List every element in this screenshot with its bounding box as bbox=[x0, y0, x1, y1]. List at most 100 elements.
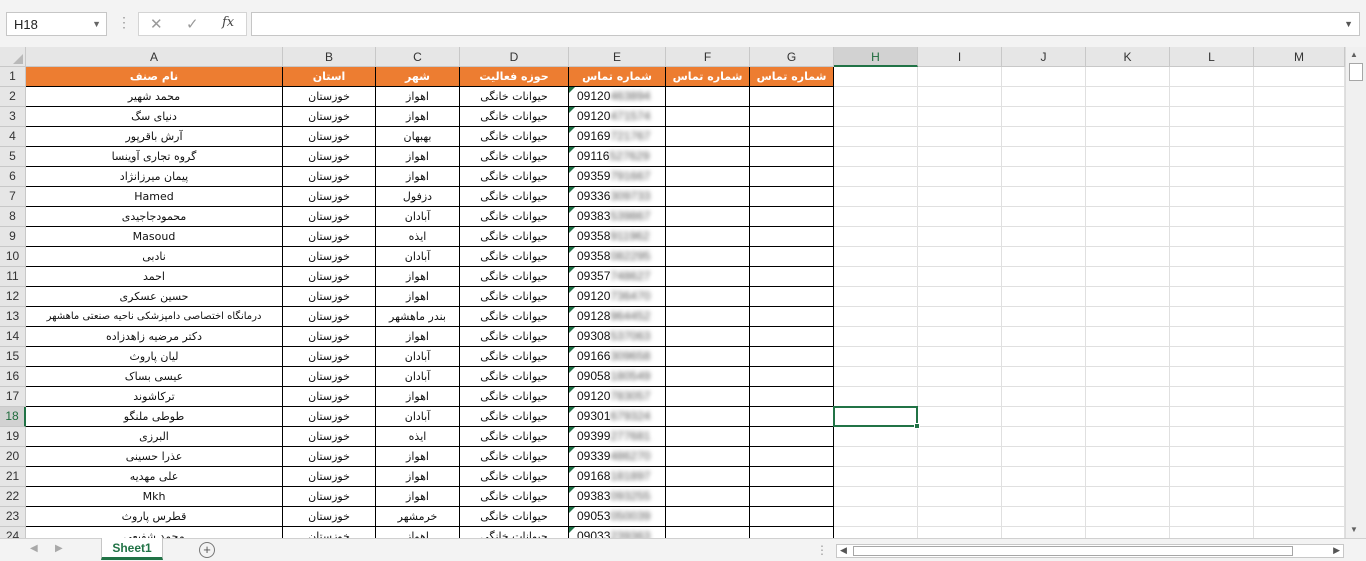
row-header-1[interactable]: 1 bbox=[0, 67, 26, 87]
empty-cell[interactable] bbox=[1086, 447, 1170, 467]
row-header-9[interactable]: 9 bbox=[0, 227, 26, 247]
cell-name[interactable]: قطرس پاروث bbox=[26, 507, 283, 527]
header-cell-e[interactable]: شماره تماس bbox=[569, 67, 666, 87]
cell-field[interactable]: حیوانات خانگی bbox=[460, 147, 569, 167]
empty-cell[interactable] bbox=[1002, 247, 1086, 267]
empty-cell[interactable] bbox=[834, 167, 918, 187]
cell-phone[interactable]: 09169721767 bbox=[569, 127, 666, 147]
empty-cell[interactable] bbox=[834, 487, 918, 507]
row-header-4[interactable]: 4 bbox=[0, 127, 26, 147]
selected-cell-h18[interactable] bbox=[833, 406, 920, 429]
cell-city[interactable]: اهواز bbox=[376, 87, 460, 107]
cell-name[interactable]: احمد bbox=[26, 267, 283, 287]
vertical-scroll-thumb[interactable] bbox=[1349, 63, 1363, 81]
empty-cell[interactable] bbox=[666, 167, 750, 187]
empty-cell[interactable] bbox=[1002, 487, 1086, 507]
empty-cell[interactable] bbox=[834, 267, 918, 287]
empty-cell[interactable] bbox=[750, 447, 834, 467]
empty-cell[interactable] bbox=[1254, 427, 1345, 447]
empty-cell[interactable] bbox=[1086, 127, 1170, 147]
cell-phone[interactable]: 09120783057 bbox=[569, 387, 666, 407]
cell-city[interactable]: اهواز bbox=[376, 447, 460, 467]
empty-cell[interactable] bbox=[834, 67, 918, 87]
empty-cell[interactable] bbox=[1002, 387, 1086, 407]
empty-cell[interactable] bbox=[1086, 367, 1170, 387]
column-header-h[interactable]: H bbox=[834, 47, 918, 67]
empty-cell[interactable] bbox=[918, 227, 1002, 247]
cell-name[interactable]: طوطی ملنگو bbox=[26, 407, 283, 427]
empty-cell[interactable] bbox=[834, 467, 918, 487]
cell-field[interactable]: حیوانات خانگی bbox=[460, 407, 569, 427]
empty-cell[interactable] bbox=[834, 147, 918, 167]
empty-cell[interactable] bbox=[834, 287, 918, 307]
empty-cell[interactable] bbox=[1002, 67, 1086, 87]
cell-city[interactable]: بهبهان bbox=[376, 127, 460, 147]
cell-province[interactable]: خوزستان bbox=[283, 447, 376, 467]
cell-field[interactable]: حیوانات خانگی bbox=[460, 287, 569, 307]
empty-cell[interactable] bbox=[1086, 107, 1170, 127]
empty-cell[interactable] bbox=[666, 227, 750, 247]
empty-cell[interactable] bbox=[918, 447, 1002, 467]
select-all-corner[interactable] bbox=[0, 47, 26, 67]
empty-cell[interactable] bbox=[1254, 487, 1345, 507]
row-header-7[interactable]: 7 bbox=[0, 187, 26, 207]
cell-phone[interactable]: 09399277681 bbox=[569, 427, 666, 447]
empty-cell[interactable] bbox=[1254, 507, 1345, 527]
header-cell-c[interactable]: شهر bbox=[376, 67, 460, 87]
empty-cell[interactable] bbox=[750, 467, 834, 487]
cell-city[interactable]: اهواز bbox=[376, 147, 460, 167]
empty-cell[interactable] bbox=[750, 227, 834, 247]
row-header-23[interactable]: 23 bbox=[0, 507, 26, 527]
empty-cell[interactable] bbox=[1002, 347, 1086, 367]
cell-name[interactable]: البرزی bbox=[26, 427, 283, 447]
empty-cell[interactable] bbox=[750, 507, 834, 527]
row-header-13[interactable]: 13 bbox=[0, 307, 26, 327]
empty-cell[interactable] bbox=[1002, 447, 1086, 467]
row-header-3[interactable]: 3 bbox=[0, 107, 26, 127]
cell-field[interactable]: حیوانات خانگی bbox=[460, 307, 569, 327]
cell-city[interactable]: اهواز bbox=[376, 487, 460, 507]
empty-cell[interactable] bbox=[1002, 407, 1086, 427]
empty-cell[interactable] bbox=[1170, 227, 1254, 247]
cell-phone[interactable]: 09120471574 bbox=[569, 107, 666, 127]
cell-city[interactable]: اهواز bbox=[376, 267, 460, 287]
empty-cell[interactable] bbox=[1086, 347, 1170, 367]
cell-field[interactable]: حیوانات خانگی bbox=[460, 527, 569, 538]
empty-cell[interactable] bbox=[1170, 187, 1254, 207]
row-header-12[interactable]: 12 bbox=[0, 287, 26, 307]
empty-cell[interactable] bbox=[834, 227, 918, 247]
enter-icon[interactable]: ✓ bbox=[186, 15, 199, 33]
empty-cell[interactable] bbox=[1170, 487, 1254, 507]
cell-city[interactable]: اهواز bbox=[376, 327, 460, 347]
empty-cell[interactable] bbox=[1086, 427, 1170, 447]
cell-city[interactable]: اهواز bbox=[376, 527, 460, 538]
cell-province[interactable]: خوزستان bbox=[283, 187, 376, 207]
cell-name[interactable]: Mkh bbox=[26, 487, 283, 507]
empty-cell[interactable] bbox=[666, 527, 750, 538]
cell-province[interactable]: خوزستان bbox=[283, 207, 376, 227]
column-header-g[interactable]: G bbox=[750, 47, 834, 67]
cell-phone[interactable]: 09358911962 bbox=[569, 227, 666, 247]
empty-cell[interactable] bbox=[1254, 127, 1345, 147]
horizontal-scroll-thumb[interactable] bbox=[853, 546, 1293, 556]
empty-cell[interactable] bbox=[750, 127, 834, 147]
empty-cell[interactable] bbox=[1170, 267, 1254, 287]
cell-field[interactable]: حیوانات خانگی bbox=[460, 447, 569, 467]
cell-field[interactable]: حیوانات خانگی bbox=[460, 267, 569, 287]
cell-province[interactable]: خوزستان bbox=[283, 127, 376, 147]
empty-cell[interactable] bbox=[1254, 347, 1345, 367]
empty-cell[interactable] bbox=[666, 187, 750, 207]
cell-province[interactable]: خوزستان bbox=[283, 407, 376, 427]
formula-input[interactable]: ▼ bbox=[251, 12, 1360, 36]
empty-cell[interactable] bbox=[666, 147, 750, 167]
empty-cell[interactable] bbox=[1002, 207, 1086, 227]
cell-city[interactable]: اهواز bbox=[376, 107, 460, 127]
cell-field[interactable]: حیوانات خانگی bbox=[460, 327, 569, 347]
empty-cell[interactable] bbox=[834, 347, 918, 367]
empty-cell[interactable] bbox=[750, 527, 834, 538]
empty-cell[interactable] bbox=[666, 107, 750, 127]
empty-cell[interactable] bbox=[834, 187, 918, 207]
empty-cell[interactable] bbox=[918, 387, 1002, 407]
cell-city[interactable]: آبادان bbox=[376, 247, 460, 267]
empty-cell[interactable] bbox=[834, 427, 918, 447]
